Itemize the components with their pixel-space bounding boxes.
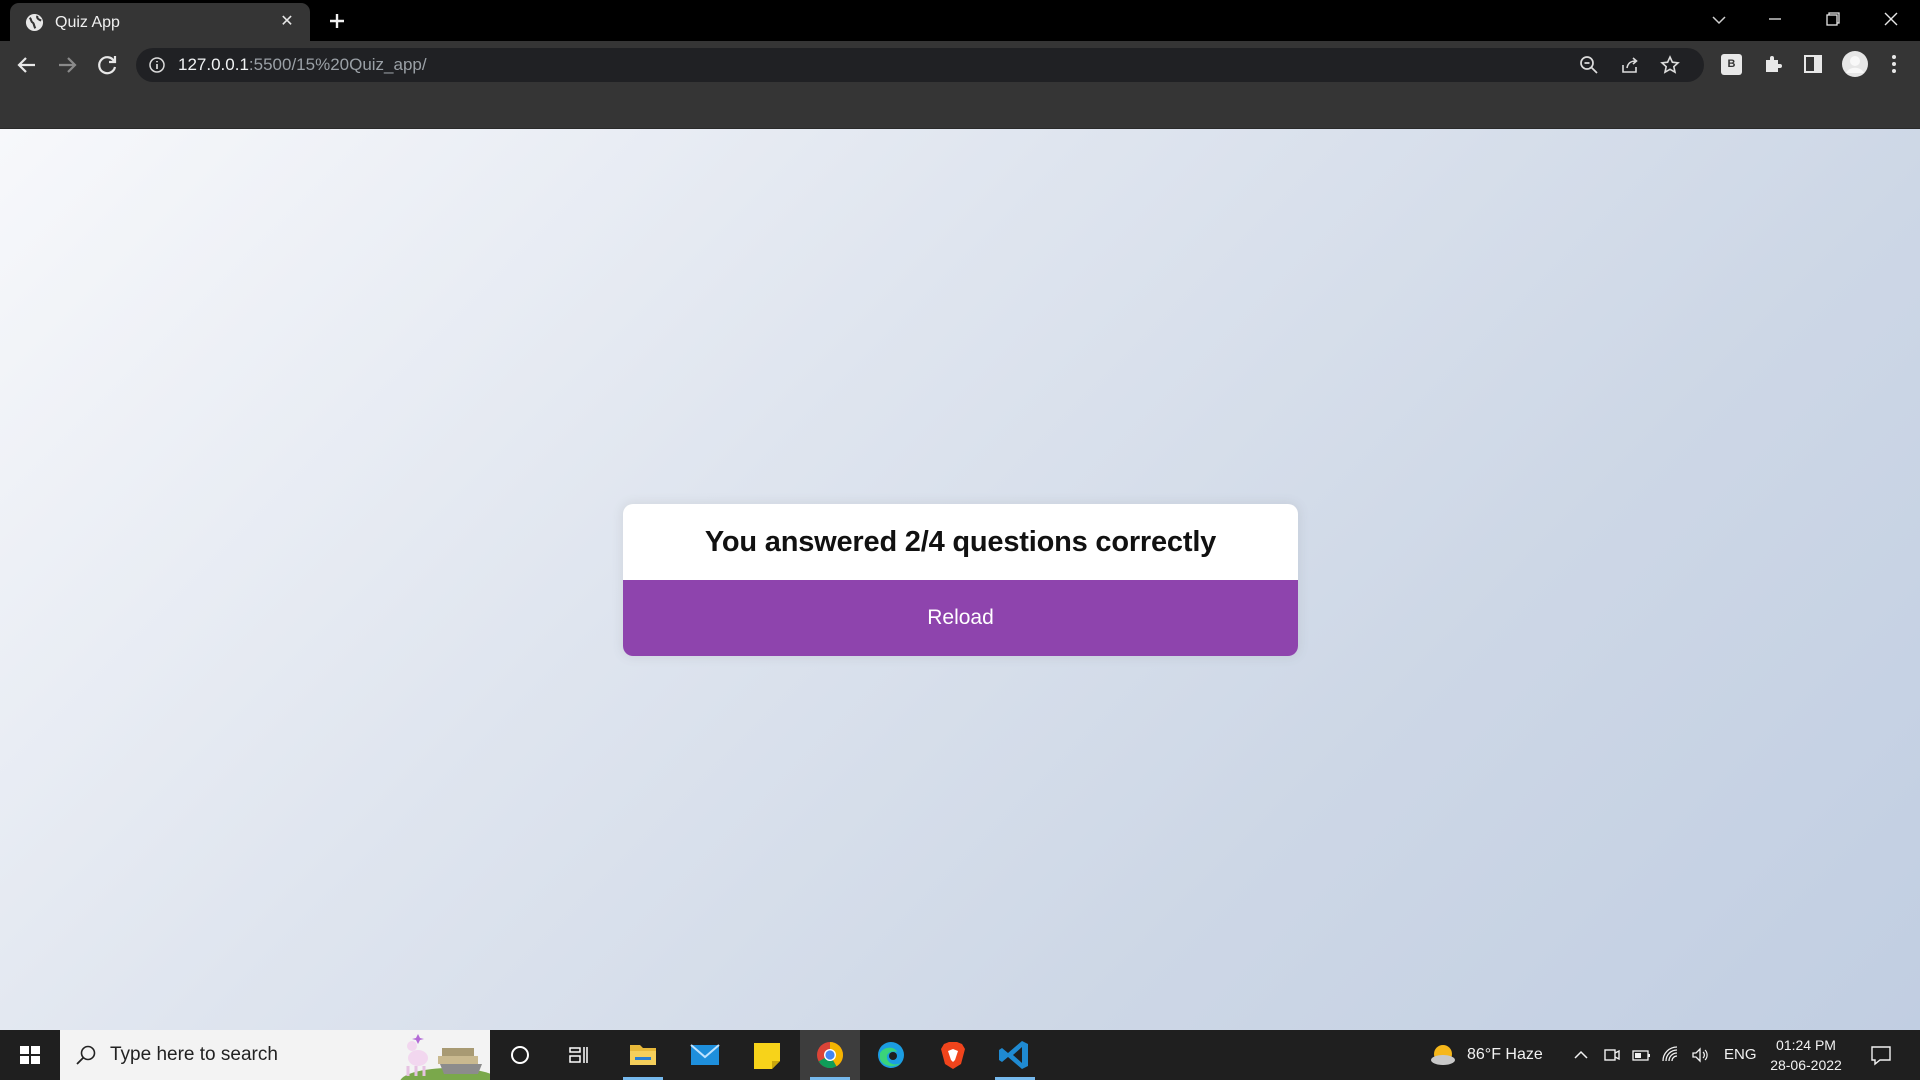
new-tab-plus-icon[interactable] [320, 6, 354, 36]
task-view-icon[interactable] [549, 1030, 607, 1080]
sticky-notes-icon[interactable] [738, 1030, 796, 1080]
weather-haze-icon[interactable] [1428, 1041, 1458, 1069]
tab-search-chevron-icon[interactable] [1690, 0, 1748, 41]
tab-close-icon[interactable]: ✕ [276, 11, 298, 33]
vscode-icon [999, 1041, 1028, 1069]
close-window-icon[interactable] [1862, 0, 1920, 41]
chrome-icon [817, 1042, 844, 1069]
extension-b-button[interactable]: B [1721, 54, 1742, 75]
globe-icon [25, 13, 44, 32]
meet-now-icon[interactable] [1600, 1044, 1622, 1066]
bookmark-star-icon[interactable] [1659, 54, 1681, 76]
action-center-notification-icon[interactable] [1868, 1042, 1894, 1068]
forward-arrow-icon[interactable] [51, 49, 83, 81]
bookmark-bar [0, 88, 1920, 129]
url-text[interactable]: 127.0.0.1:5500/15%20Quiz_app/ [178, 55, 427, 75]
quiz-result-heading: You answered 2/4 questions correctly [704, 526, 1217, 558]
windows-taskbar: Type here to search 86°F Haze ENG 01:24 … [0, 1030, 1920, 1080]
tab-quiz-app[interactable]: Quiz App ✕ [10, 3, 310, 41]
battery-icon[interactable] [1630, 1044, 1652, 1066]
taskbar-vscode[interactable] [986, 1030, 1044, 1080]
brave-icon[interactable] [924, 1030, 982, 1080]
side-panel-icon[interactable] [1801, 52, 1825, 76]
reload-button[interactable]: Reload [623, 580, 1298, 656]
browser-menu-icon[interactable] [1882, 52, 1906, 76]
share-icon[interactable] [1619, 54, 1641, 76]
cortana-icon[interactable] [491, 1030, 549, 1080]
mail-icon[interactable] [676, 1030, 734, 1080]
tab-strip: Quiz App ✕ [0, 0, 1920, 41]
language-indicator[interactable]: ENG [1724, 1045, 1757, 1065]
restore-icon[interactable] [1804, 0, 1862, 41]
weather-text[interactable]: 86°F Haze [1467, 1045, 1543, 1065]
clock-date: 28-06-2022 [1770, 1057, 1842, 1073]
quiz-result-card: You answered 2/4 questions correctly Rel… [623, 504, 1298, 656]
url-path: :5500/15%20Quiz_app/ [248, 55, 427, 74]
volume-icon[interactable] [1689, 1044, 1711, 1066]
reload-page-icon[interactable] [91, 49, 123, 81]
taskbar-file-explorer[interactable] [614, 1030, 672, 1080]
extension-b-letter: B [1727, 58, 1736, 70]
extensions-puzzle-icon[interactable] [1761, 52, 1785, 76]
browser-toolbar: 127.0.0.1:5500/15%20Quiz_app/ B [0, 41, 1920, 88]
zoom-icon[interactable] [1578, 54, 1600, 76]
tab-title: Quiz App [55, 14, 120, 31]
edge-icon[interactable] [862, 1030, 920, 1080]
taskbar-chrome[interactable] [800, 1030, 860, 1080]
profile-avatar-icon[interactable] [1841, 50, 1869, 78]
url-host: 127.0.0.1 [178, 55, 249, 74]
clock-time: 01:24 PM [1776, 1037, 1836, 1053]
search-highlight-illustration-icon [400, 1034, 490, 1080]
back-arrow-icon[interactable] [11, 49, 43, 81]
file-explorer-icon [630, 1045, 656, 1065]
minimize-icon[interactable] [1746, 0, 1804, 41]
taskbar-clock[interactable]: 01:24 PM 28-06-2022 [1762, 1035, 1850, 1075]
wifi-icon[interactable] [1660, 1044, 1682, 1066]
show-hidden-icons-chevron-icon[interactable] [1570, 1044, 1592, 1066]
page-viewport: You answered 2/4 questions correctly Rel… [0, 129, 1920, 1030]
address-bar[interactable]: 127.0.0.1:5500/15%20Quiz_app/ [136, 48, 1704, 82]
taskbar-search-box[interactable]: Type here to search [60, 1030, 490, 1080]
search-icon [76, 1045, 96, 1065]
windows-start-icon[interactable] [0, 1030, 60, 1080]
search-placeholder: Type here to search [110, 1044, 278, 1065]
site-info-icon[interactable] [148, 56, 166, 74]
